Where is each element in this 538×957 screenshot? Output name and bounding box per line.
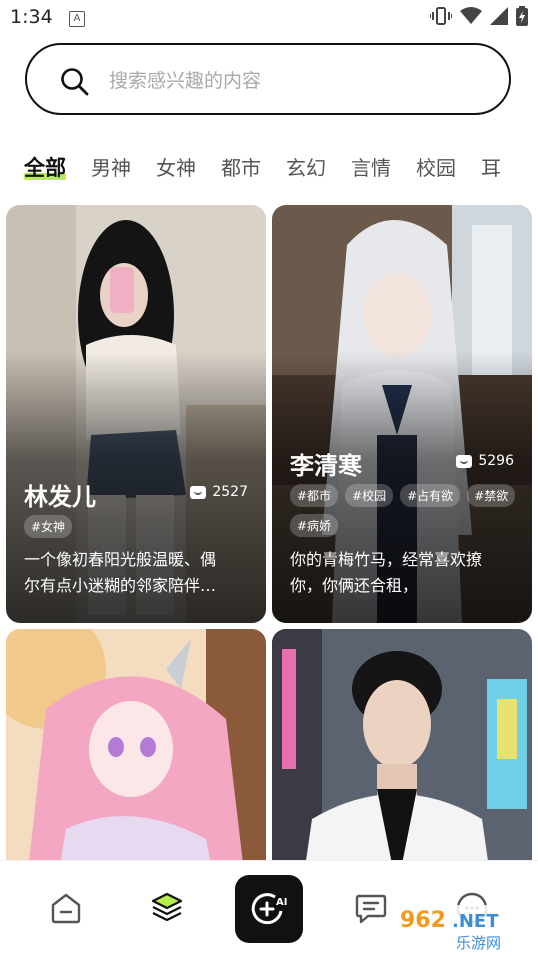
tab-all[interactable]: 全部 bbox=[24, 152, 66, 182]
tab-urban[interactable]: 都市 bbox=[221, 152, 261, 181]
character-card[interactable] bbox=[6, 629, 266, 889]
chat-icon[interactable] bbox=[354, 891, 388, 925]
tab-goddess[interactable]: 女神 bbox=[156, 152, 196, 181]
status-icons bbox=[430, 6, 528, 26]
tag-list: #都市 #校园 #占有欲 #禁欲 #病娇 bbox=[290, 484, 520, 537]
tag: #校园 bbox=[345, 484, 394, 507]
tag: #都市 bbox=[290, 484, 339, 507]
chat-bubble-icon bbox=[190, 485, 207, 499]
notification-icon: A bbox=[69, 11, 85, 27]
character-image bbox=[272, 629, 532, 889]
tab-more[interactable]: 耳 bbox=[481, 152, 501, 181]
search-icon bbox=[61, 68, 89, 96]
bottom-navigation: AI 962 .NET 乐游网 bbox=[0, 860, 538, 957]
character-name: 李清寒 bbox=[290, 452, 362, 480]
wifi-icon bbox=[460, 7, 482, 24]
chat-count-value: 2527 bbox=[212, 484, 248, 500]
tab-male-god[interactable]: 男神 bbox=[91, 152, 131, 181]
search-bar[interactable] bbox=[25, 43, 511, 115]
tag: #病娇 bbox=[290, 514, 339, 537]
character-card[interactable]: 李清寒 5296 #都市 #校园 #占有欲 #禁欲 #病娇 你的青梅竹马，经常喜… bbox=[272, 205, 532, 623]
svg-text:962: 962 bbox=[400, 908, 446, 933]
search-input[interactable] bbox=[107, 63, 491, 99]
description-line: 你的青梅竹马，经常喜欢撩 bbox=[290, 550, 483, 569]
tab-fantasy[interactable]: 玄幻 bbox=[286, 152, 326, 181]
character-image bbox=[6, 629, 266, 889]
svg-text:.NET: .NET bbox=[452, 911, 499, 932]
chat-bubble-icon bbox=[456, 454, 473, 468]
layers-icon[interactable] bbox=[150, 891, 184, 925]
tag: #禁欲 bbox=[467, 484, 516, 507]
character-name: 林发儿 bbox=[24, 483, 96, 511]
tag-list: #女神 bbox=[24, 515, 73, 538]
status-time: 1:34 bbox=[10, 6, 53, 28]
category-tabs: 全部 男神 女神 都市 玄幻 言情 校园耳 bbox=[24, 152, 538, 186]
tab-campus[interactable]: 校园 bbox=[416, 152, 456, 181]
description-line: 一个像初春阳光般温暖、偶 bbox=[24, 550, 217, 569]
character-description: 一个像初春阳光般温暖、偶 尔有点小迷糊的邻家陪伴… bbox=[24, 547, 259, 599]
ai-create-icon: AI bbox=[251, 893, 287, 925]
svg-text:乐游网: 乐游网 bbox=[456, 934, 501, 952]
home-icon[interactable] bbox=[49, 891, 83, 925]
battery-icon bbox=[516, 6, 528, 26]
tag: #女神 bbox=[24, 515, 73, 538]
signal-icon bbox=[490, 7, 508, 25]
vibrate-icon bbox=[430, 7, 452, 25]
character-description: 你的青梅竹马，经常喜欢撩 你，你俩还合租， bbox=[290, 547, 525, 599]
chat-count-value: 5296 bbox=[478, 453, 514, 469]
chat-count: 5296 bbox=[456, 453, 514, 469]
tab-romance[interactable]: 言情 bbox=[351, 152, 391, 181]
ai-label: AI bbox=[276, 897, 287, 908]
watermark-logo: 962 .NET 乐游网 bbox=[396, 905, 530, 953]
description-line: 你，你俩还合租， bbox=[290, 576, 419, 595]
ai-create-button[interactable]: AI bbox=[235, 875, 303, 943]
character-card[interactable] bbox=[272, 629, 532, 889]
status-bar: 1:34 A bbox=[0, 0, 538, 36]
description-line: 尔有点小迷糊的邻家陪伴… bbox=[24, 576, 217, 595]
chat-count: 2527 bbox=[190, 484, 248, 500]
tag: #占有欲 bbox=[400, 484, 461, 507]
character-card[interactable]: 林发儿 2527 #女神 一个像初春阳光般温暖、偶 尔有点小迷糊的邻家陪伴… bbox=[6, 205, 266, 623]
